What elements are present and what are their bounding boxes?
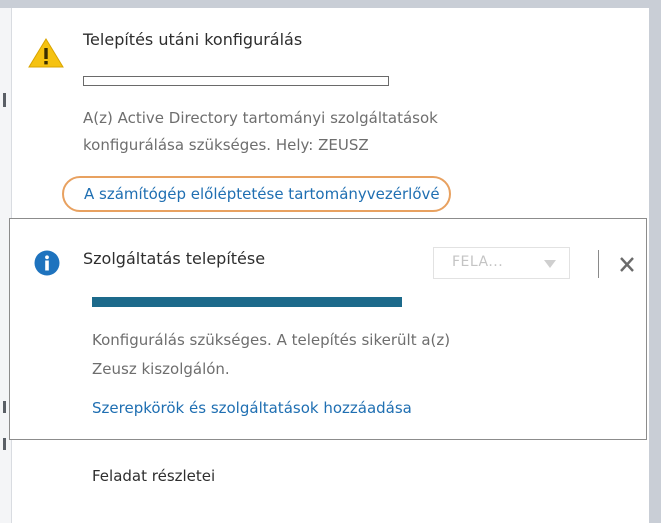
post-deployment-config-title: Telepítés utáni konfigurálás bbox=[83, 30, 303, 49]
message-line: Zeusz kiszolgálón. bbox=[92, 360, 230, 378]
message-line: konfigurálása szükséges. Hely: ZEUSZ bbox=[83, 136, 369, 154]
info-icon bbox=[34, 250, 60, 276]
promote-to-domain-controller-link[interactable]: A számítógép előléptetése tartományvezér… bbox=[62, 176, 451, 212]
message-line: Konfigurálás szükséges. A telepítés sike… bbox=[92, 331, 451, 349]
close-icon[interactable] bbox=[617, 252, 637, 276]
task-dropdown-label: FELA... bbox=[452, 254, 504, 270]
task-details-link[interactable]: Feladat részletei bbox=[92, 467, 215, 485]
task-dropdown[interactable]: FELA... bbox=[433, 247, 570, 279]
post-deployment-progress-bar bbox=[83, 76, 389, 86]
window-top-band bbox=[0, 0, 661, 8]
edge-mark bbox=[3, 401, 6, 413]
edge-mark bbox=[3, 438, 6, 450]
add-roles-and-features-link[interactable]: Szerepkörök és szolgáltatások hozzáadása bbox=[92, 399, 412, 417]
installation-message: Konfigurálás szükséges. A telepítés sike… bbox=[92, 326, 612, 384]
message-line: A(z) Active Directory tartományi szolgál… bbox=[83, 109, 438, 127]
warning-icon bbox=[28, 38, 64, 68]
installation-progress-bar bbox=[92, 297, 402, 307]
edge-mark bbox=[3, 93, 6, 107]
post-deployment-message: A(z) Active Directory tartományi szolgál… bbox=[83, 105, 603, 159]
chevron-down-icon bbox=[544, 260, 556, 268]
installation-progress-fill bbox=[92, 297, 402, 307]
feature-installation-title: Szolgáltatás telepítése bbox=[83, 249, 266, 268]
window-right-strip bbox=[649, 8, 661, 523]
toolbar-separator bbox=[598, 250, 599, 278]
